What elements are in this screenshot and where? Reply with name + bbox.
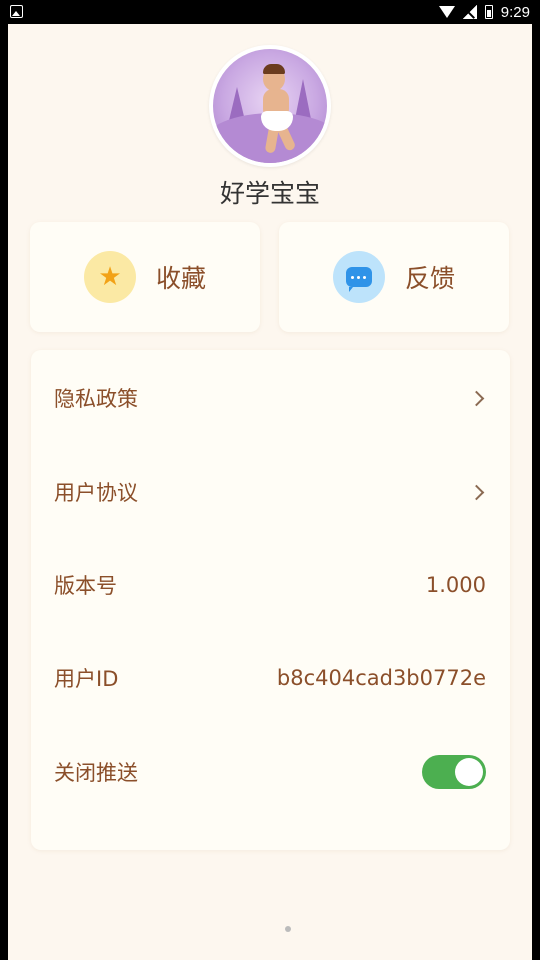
push-row: 关闭推送 xyxy=(31,747,510,797)
version-value: 1.000 xyxy=(425,573,486,597)
chevron-right-icon xyxy=(468,484,485,500)
signal-off-icon xyxy=(462,5,477,19)
privacy-policy-row[interactable]: 隐私政策 xyxy=(31,373,510,423)
feedback-button[interactable]: 反馈 xyxy=(279,222,509,332)
push-toggle[interactable] xyxy=(422,755,486,789)
battery-icon xyxy=(484,5,493,19)
avatar[interactable] xyxy=(209,45,331,167)
user-id-row: 用户ID b8c404cad3b0772e xyxy=(31,653,510,703)
push-label: 关闭推送 xyxy=(54,761,138,785)
avatar-image xyxy=(213,49,327,163)
privacy-policy-label: 隐私政策 xyxy=(54,387,138,411)
version-row: 版本号 1.000 xyxy=(31,560,510,610)
user-name: 好学宝宝 xyxy=(219,179,320,208)
favorites-label: 收藏 xyxy=(155,264,206,293)
profile-page: 好学宝宝 ★ 收藏 反馈 隐私政策 用户协议 版本号 1.000 用户ID b8… xyxy=(8,24,532,960)
settings-list: 隐私政策 用户协议 版本号 1.000 用户ID b8c404cad3b0772… xyxy=(31,350,510,850)
status-bar: 9:29 xyxy=(0,0,540,24)
page-indicator-dot xyxy=(285,926,291,932)
chat-bubble-icon xyxy=(332,251,385,303)
status-time: 9:29 xyxy=(500,3,530,21)
favorites-button[interactable]: ★ 收藏 xyxy=(30,222,260,332)
user-agreement-label: 用户协议 xyxy=(54,481,138,505)
wifi-icon xyxy=(438,6,455,18)
toggle-knob xyxy=(455,758,483,786)
gallery-icon xyxy=(10,5,23,18)
star-icon: ★ xyxy=(83,251,136,303)
feedback-label: 反馈 xyxy=(404,264,455,293)
version-label: 版本号 xyxy=(54,574,117,598)
user-id-label: 用户ID xyxy=(54,667,119,691)
user-id-value: b8c404cad3b0772e xyxy=(276,666,486,690)
chevron-right-icon xyxy=(468,390,485,406)
user-agreement-row[interactable]: 用户协议 xyxy=(31,467,510,517)
